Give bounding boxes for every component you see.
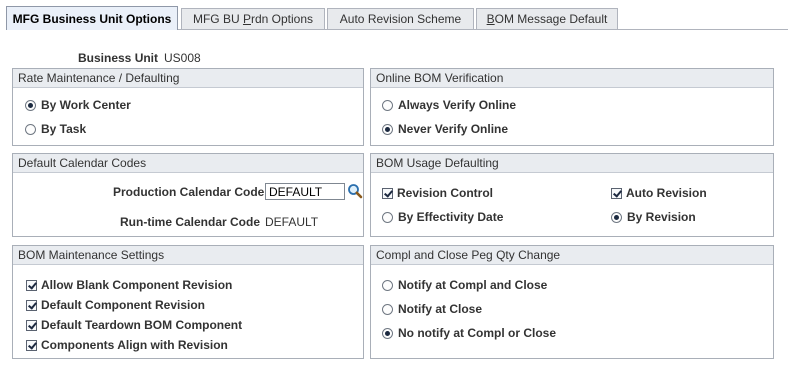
by-revision-radio[interactable]: By Revision (611, 209, 696, 225)
default-calendar-codes-group: Default Calendar Codes Production Calend… (12, 153, 364, 237)
radio-selected-icon[interactable] (25, 99, 36, 111)
checkbox-label: Default Component Revision (41, 298, 206, 312)
checkbox-checked-icon[interactable] (26, 339, 37, 351)
business-unit-label: Business Unit (78, 51, 159, 65)
group-title: Online BOM Verification (371, 69, 773, 88)
never-verify-online-radio[interactable]: Never Verify Online (382, 121, 508, 137)
tab-mfg-business-unit-options[interactable]: MFG Business Unit Options (6, 6, 178, 30)
business-unit-value: US008 (164, 51, 201, 65)
revision-control-checkbox[interactable]: Revision Control (382, 185, 493, 201)
by-effectivity-date-radio[interactable]: By Effectivity Date (382, 209, 503, 225)
tab-bar: MFG Business Unit Options MFG BU Prdn Op… (6, 6, 788, 30)
radio-icon[interactable] (382, 279, 393, 291)
tab-label: Auto Revision Scheme (339, 12, 462, 26)
tab-label-mnemonic: P (242, 12, 251, 26)
tab-auto-revision-scheme[interactable]: Auto Revision Scheme (327, 8, 474, 29)
radio-label: By Work Center (41, 98, 131, 112)
tab-label: MFG Business Unit Options (12, 12, 172, 26)
tab-bom-message-default[interactable]: BOM Message Default (476, 8, 618, 29)
by-task-radio[interactable]: By Task (25, 121, 86, 137)
checkbox-checked-icon[interactable] (26, 299, 37, 311)
radio-icon[interactable] (382, 211, 393, 223)
checkbox-checked-icon[interactable] (611, 187, 622, 199)
no-notify-radio[interactable]: No notify at Compl or Close (382, 325, 556, 341)
checkbox-label: Auto Revision (626, 186, 707, 200)
runtime-calendar-code-label: Run-time Calendar Code (120, 215, 261, 229)
bom-maintenance-settings-group: BOM Maintenance Settings Allow Blank Com… (12, 245, 364, 359)
bom-usage-defaulting-group: BOM Usage Defaulting Revision Control Au… (370, 153, 774, 237)
radio-selected-icon[interactable] (611, 211, 622, 223)
by-work-center-radio[interactable]: By Work Center (25, 97, 131, 113)
runtime-calendar-code-value: DEFAULT (265, 215, 319, 229)
radio-label: By Revision (627, 210, 696, 224)
group-title: Compl and Close Peg Qty Change (371, 246, 773, 265)
group-title: Rate Maintenance / Defaulting (13, 69, 363, 88)
default-teardown-bom-component-checkbox[interactable]: Default Teardown BOM Component (26, 317, 242, 333)
magnifier-icon[interactable] (347, 183, 363, 199)
tab-mfg-bu-prdn-options[interactable]: MFG BU Prdn Options (181, 8, 325, 29)
checkbox-checked-icon[interactable] (26, 279, 37, 291)
tab-label-part: MFG BU (192, 12, 243, 26)
checkbox-checked-icon[interactable] (26, 319, 37, 331)
radio-icon[interactable] (382, 303, 393, 315)
tab-label-mnemonic: B (486, 12, 495, 26)
online-bom-verification-group: Online BOM Verification Always Verify On… (370, 68, 774, 146)
radio-label: Always Verify Online (398, 98, 517, 112)
checkbox-checked-icon[interactable] (382, 187, 393, 199)
radio-label: Notify at Compl and Close (398, 278, 548, 292)
checkbox-label: Revision Control (397, 186, 494, 200)
auto-revision-checkbox[interactable]: Auto Revision (611, 185, 707, 201)
radio-label: By Effectivity Date (398, 210, 504, 224)
always-verify-online-radio[interactable]: Always Verify Online (382, 97, 516, 113)
checkbox-label: Default Teardown BOM Component (41, 318, 243, 332)
radio-label: No notify at Compl or Close (398, 326, 557, 340)
radio-label: By Task (41, 122, 87, 136)
radio-selected-icon[interactable] (382, 327, 393, 339)
tab-label-part: OM Message Default (494, 12, 608, 26)
radio-selected-icon[interactable] (382, 123, 393, 135)
notify-at-compl-and-close-radio[interactable]: Notify at Compl and Close (382, 277, 547, 293)
notify-at-close-radio[interactable]: Notify at Close (382, 301, 482, 317)
radio-label: Never Verify Online (398, 122, 509, 136)
compl-close-peg-qty-group: Compl and Close Peg Qty Change Notify at… (370, 245, 774, 359)
production-calendar-code-label: Production Calendar Code (113, 185, 265, 199)
production-calendar-code-input[interactable] (265, 183, 345, 200)
group-title: Default Calendar Codes (13, 154, 363, 173)
allow-blank-component-revision-checkbox[interactable]: Allow Blank Component Revision (26, 277, 232, 293)
tab-label-part: rdn Options (250, 12, 314, 26)
group-title: BOM Maintenance Settings (13, 246, 363, 265)
group-title: BOM Usage Defaulting (371, 154, 773, 173)
radio-label: Notify at Close (398, 302, 483, 316)
checkbox-label: Components Align with Revision (41, 338, 228, 352)
checkbox-label: Allow Blank Component Revision (41, 278, 233, 292)
radio-icon[interactable] (382, 99, 393, 111)
default-component-revision-checkbox[interactable]: Default Component Revision (26, 297, 205, 313)
rate-maintenance-group: Rate Maintenance / Defaulting By Work Ce… (12, 68, 364, 146)
components-align-with-revision-checkbox[interactable]: Components Align with Revision (26, 337, 228, 353)
radio-icon[interactable] (25, 123, 36, 135)
